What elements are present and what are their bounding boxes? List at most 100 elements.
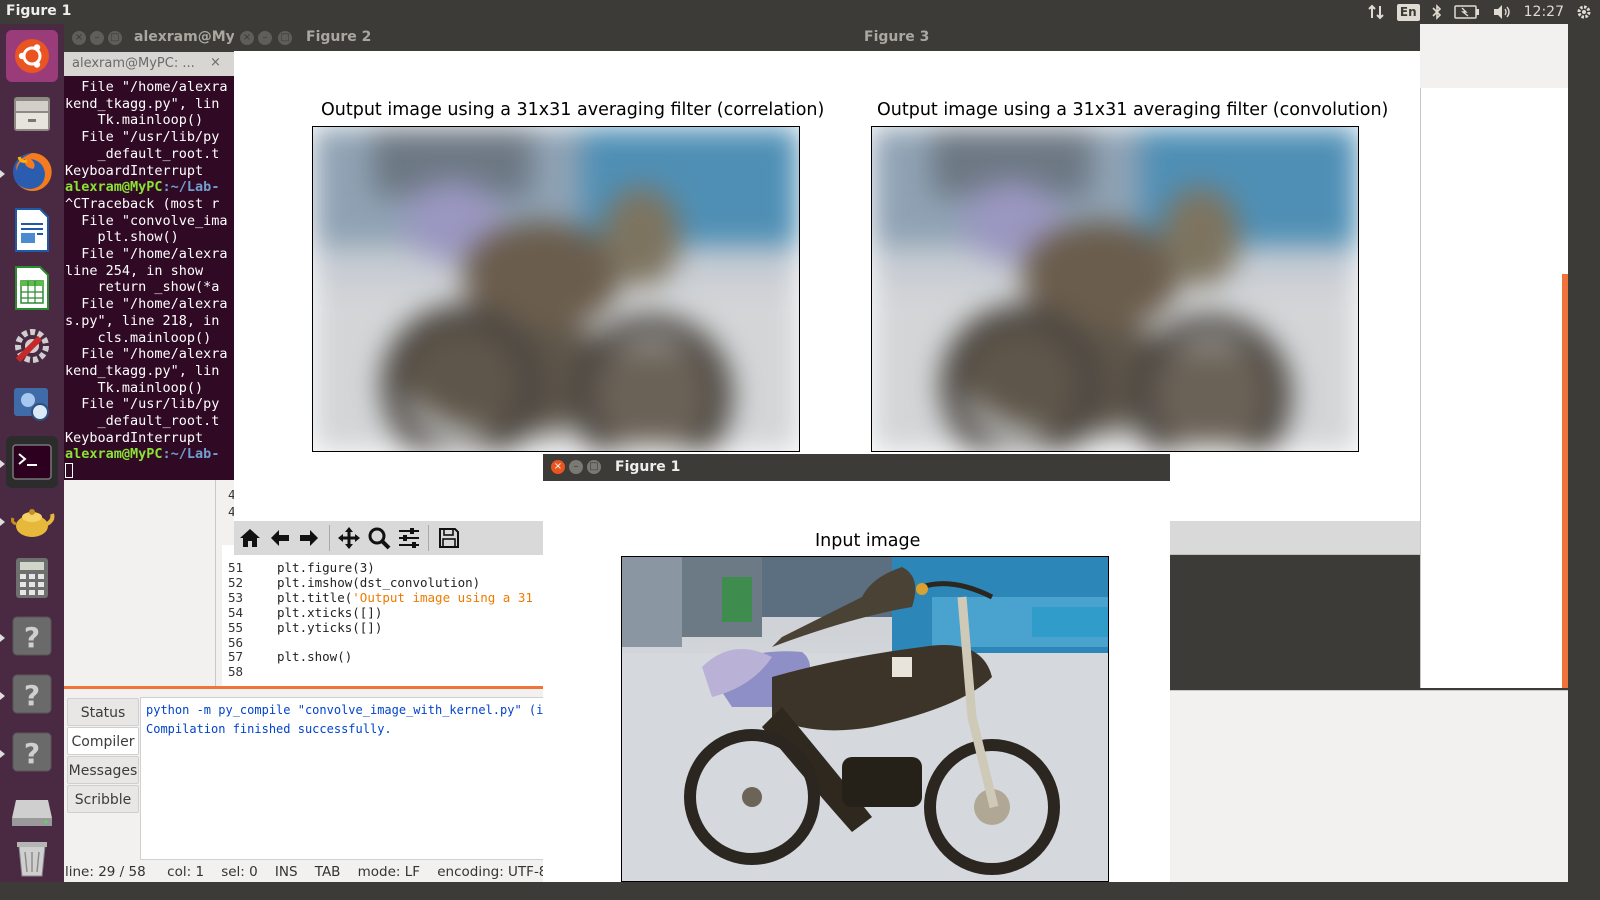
files-icon[interactable] xyxy=(6,88,58,140)
terminal-line: kend_tkagg.py", lin xyxy=(65,362,220,379)
terminal-line: KeyboardInterrupt xyxy=(65,429,204,446)
save-icon[interactable] xyxy=(435,525,463,551)
code-line[interactable]: plt.title('Output image using a 31 xyxy=(277,590,533,605)
code-line[interactable]: plt.yticks([]) xyxy=(277,620,382,635)
tab-scribble[interactable]: Scribble xyxy=(67,785,139,813)
terminal-icon[interactable] xyxy=(6,436,58,488)
unknown-app-icon[interactable]: ? xyxy=(6,726,58,778)
code-line[interactable]: plt.show() xyxy=(277,649,352,664)
settings-icon[interactable] xyxy=(6,320,58,372)
plot-title: Input image xyxy=(815,531,921,551)
tab-messages[interactable]: Messages xyxy=(67,756,139,784)
back-arrow-icon[interactable] xyxy=(266,525,294,551)
code-editor[interactable] xyxy=(222,545,544,687)
running-indicator xyxy=(0,518,5,526)
code-line[interactable]: plt.xticks([]) xyxy=(277,605,382,620)
code-string: 'Output image using a 31 xyxy=(352,590,533,605)
minimize-button[interactable]: – xyxy=(569,460,583,474)
terminal-titlebar[interactable]: × – □ alexram@MyP xyxy=(64,24,234,52)
code-line[interactable]: plt.imshow(dst_convolution) xyxy=(277,575,480,590)
maximize-button[interactable]: □ xyxy=(278,31,292,45)
ide-sidebar xyxy=(64,480,216,688)
status-sel: sel: 0 xyxy=(221,864,258,880)
terminal-line: File "/home/alexra xyxy=(65,296,228,313)
forward-arrow-icon[interactable] xyxy=(295,525,323,551)
prompt-path: :~/Lab- xyxy=(162,446,220,463)
close-button[interactable]: × xyxy=(240,31,254,45)
terminal-line: alexram@MyPC:~/Lab- xyxy=(65,446,234,463)
maximize-button[interactable]: □ xyxy=(108,31,122,45)
code-line[interactable]: plt.figure(3) xyxy=(277,560,375,575)
svg-text:?: ? xyxy=(24,679,40,712)
figure-1-titlebar[interactable]: × – □ Figure 1 xyxy=(543,454,1170,481)
plot-title: Output image using a 31x31 averaging fil… xyxy=(321,100,825,120)
volume-icon[interactable] xyxy=(1492,2,1512,22)
svg-text:?: ? xyxy=(24,621,40,654)
compiler-output[interactable]: python -m py_compile "convolve_image_wit… xyxy=(140,697,565,860)
line-number: 56 xyxy=(228,635,244,650)
video-icon[interactable] xyxy=(6,378,58,430)
unknown-app-icon[interactable]: ? xyxy=(6,668,58,720)
compiler-line: Compilation finished successfully. xyxy=(146,722,392,736)
line-number: 54 xyxy=(228,605,244,620)
terminal-title: alexram@MyP xyxy=(134,29,234,45)
figure-2-titlebar[interactable]: × – □ Figure 2 xyxy=(234,24,862,51)
close-tab-icon[interactable]: × xyxy=(210,55,221,70)
gear-icon[interactable] xyxy=(1576,2,1592,22)
ubuntu-dash-icon[interactable] xyxy=(6,30,58,82)
indicator-area: En 12:27 xyxy=(1367,2,1592,22)
pan-icon[interactable] xyxy=(335,525,363,551)
writer-icon[interactable] xyxy=(6,204,58,256)
unknown-app-icon[interactable]: ? xyxy=(6,610,58,662)
output-image-correlation xyxy=(312,126,800,452)
terminal-line: File "/home/alexra xyxy=(65,246,228,263)
home-icon[interactable] xyxy=(236,525,264,551)
firefox-icon[interactable] xyxy=(6,146,58,198)
running-indicator xyxy=(0,460,5,468)
keyboard-layout-indicator[interactable]: En xyxy=(1396,3,1420,21)
calc-icon[interactable] xyxy=(6,262,58,314)
running-indicator xyxy=(0,750,5,758)
calculator-icon[interactable] xyxy=(6,552,58,604)
prompt-path: :~/Lab- xyxy=(162,179,220,196)
terminal-line: line 254, in show xyxy=(65,262,204,279)
terminal-line: _default_root.t xyxy=(65,145,220,162)
tab-status[interactable]: Status xyxy=(67,698,139,726)
figure-3-window: Output image using a 31x31 averaging fil… xyxy=(862,24,1420,521)
terminal-line: File "/usr/lib/py xyxy=(65,129,220,146)
window-title: Figure 3 xyxy=(864,29,930,45)
minimize-button[interactable]: – xyxy=(258,31,272,45)
network-transfer-icon[interactable] xyxy=(1367,2,1385,22)
motorcycle-photo xyxy=(622,557,1108,881)
terminal-line: _default_root.t xyxy=(65,413,220,430)
disk-icon[interactable] xyxy=(6,784,58,836)
terminal-line: return _show(*a xyxy=(65,279,220,296)
editor-right-area xyxy=(1420,88,1568,688)
close-button[interactable]: × xyxy=(551,460,565,474)
terminal-window[interactable]: × – □ alexram@MyP alexram@MyPC: ... × Fi… xyxy=(64,24,234,480)
terminal-tab[interactable]: alexram@MyPC: ... × xyxy=(64,52,234,76)
figure-3-titlebar[interactable]: Figure 3 xyxy=(862,24,1420,51)
maximize-button[interactable]: □ xyxy=(587,460,601,474)
clock[interactable]: 12:27 xyxy=(1524,2,1564,22)
terminal-output: File "/home/alexra kend_tkagg.py", lin Tk… xyxy=(65,79,234,480)
status-col: col: 1 xyxy=(167,864,205,880)
ide-background-bottom xyxy=(1170,690,1568,882)
bluetooth-icon[interactable] xyxy=(1432,2,1442,22)
battery-icon[interactable] xyxy=(1453,2,1480,22)
running-indicator xyxy=(0,692,5,700)
terminal-tab-label: alexram@MyPC: ... xyxy=(72,56,195,71)
status-line: line: 29 / 58 xyxy=(65,864,146,880)
svg-text:?: ? xyxy=(24,737,40,770)
minimize-button[interactable]: – xyxy=(90,31,104,45)
toolbar-separator xyxy=(428,525,429,551)
figure-2-window: Output image using a 31x31 averaging fil… xyxy=(234,24,862,521)
configure-subplots-icon[interactable] xyxy=(395,525,423,551)
genie-icon[interactable] xyxy=(6,494,58,546)
tab-compiler[interactable]: Compiler xyxy=(67,727,139,755)
terminal-line: ^CTraceback (most r xyxy=(65,195,220,212)
close-button[interactable]: × xyxy=(72,31,86,45)
zoom-icon[interactable] xyxy=(365,525,393,551)
line-number: 53 xyxy=(228,590,244,605)
trash-icon[interactable] xyxy=(6,832,58,884)
